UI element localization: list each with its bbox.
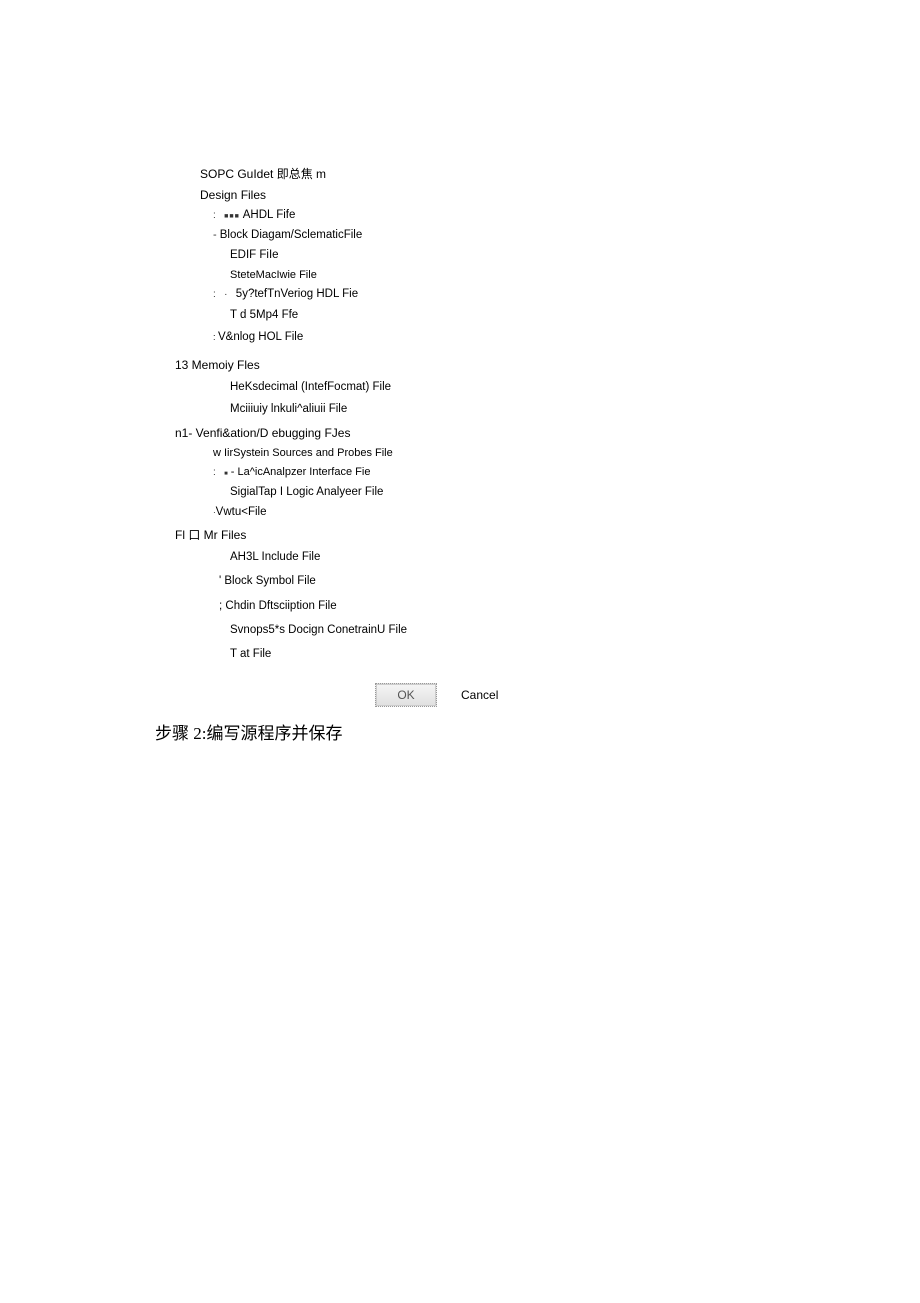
- tree-item-insystem[interactable]: w IirSystein Sources and Probes File: [213, 445, 920, 462]
- tree-item-ahdl-include[interactable]: AH3L Include File: [230, 549, 920, 566]
- tree-item-ahdl[interactable]: AHDL Fife: [213, 207, 920, 224]
- tree-item-synopsys[interactable]: Svnops5*s Docign ConetrainU File: [230, 622, 920, 639]
- tree-item-mif[interactable]: Mciiiuiy lnkuli^aliuii File: [230, 401, 920, 418]
- tree-item-signaltap[interactable]: SigialTap I Logic Analyeer File: [230, 484, 920, 501]
- tree-group-design-files[interactable]: Design Files: [200, 186, 920, 204]
- ok-button[interactable]: OK: [375, 683, 437, 707]
- tree-item-block-symbol[interactable]: ' Block Symbol File: [219, 573, 920, 590]
- tree-item-tat[interactable]: T at File: [230, 646, 920, 663]
- tree-item-state-machine[interactable]: SteteMacIwie File: [230, 267, 920, 284]
- tree-item-verilog-hdl[interactable]: : V&nlog HOL File: [213, 329, 920, 346]
- tree-item-vwtu[interactable]: ·Vwtu<File: [213, 504, 920, 521]
- tree-item-system-verilog[interactable]: 5y?tefTnVeriog HDL Fie: [213, 286, 920, 303]
- tree-item-logic-analyzer[interactable]: - La^icAnalpzer Interface Fie: [213, 464, 920, 481]
- dialog-button-row: OK Cancel: [375, 683, 920, 707]
- tree-item-edif[interactable]: EDIF FiIe: [230, 247, 920, 264]
- tree-group-other-files[interactable]: Fl 口 Mr Files: [175, 526, 920, 544]
- tree-item-hex[interactable]: HeKsdecimal (IntefFocmat) File: [230, 379, 920, 396]
- tree-group-memory-files[interactable]: 13 Memoiy Fles: [175, 356, 920, 374]
- tree-item-block-diagram[interactable]: Block Diagam/SclematicFile: [213, 227, 920, 244]
- cancel-button[interactable]: Cancel: [461, 688, 498, 702]
- step-2-heading: 步骤 2:编写源程序并保存: [155, 719, 920, 744]
- tree-item-chain-desc[interactable]: ; Chdin Dftsciiption File: [219, 598, 920, 615]
- tree-item-sopc[interactable]: SOPC GuIdet 即总焦 m: [200, 165, 920, 183]
- tree-item-td5mp4[interactable]: T d 5Mp4 Ffe: [230, 307, 920, 324]
- tree-group-verification[interactable]: n1- Venfi&ation/D ebugging FJes: [175, 424, 920, 442]
